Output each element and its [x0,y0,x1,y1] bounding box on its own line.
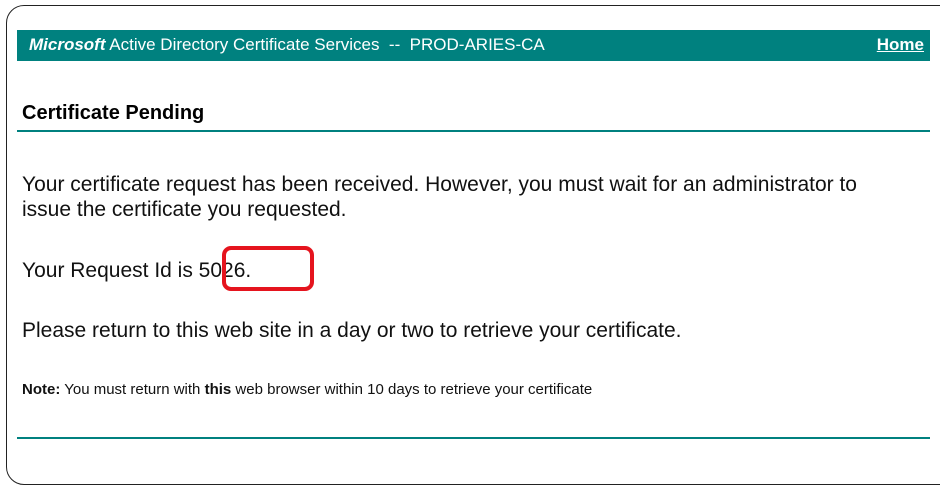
note-bold: this [204,381,232,398]
note-text-1: You must return with [60,381,205,398]
request-id-prefix: Your Request Id is [22,259,199,282]
note-text-2: web browser within 10 days to retrieve y… [231,381,593,398]
return-message: Please return to this web site in a day … [22,319,682,342]
header-bar: Microsoft Active Directory Certificate S… [17,30,930,61]
header-title: Microsoft Active Directory Certificate S… [29,35,545,55]
request-id-line: Your Request Id is 5026. [22,258,251,283]
note: Note: You must return with this web brow… [22,381,592,398]
request-id-highlight [222,246,314,291]
page-frame [6,5,940,485]
brand-name: Microsoft [29,35,106,54]
note-label: Note: [22,381,61,398]
home-link[interactable]: Home [877,35,924,55]
bottom-divider [17,437,930,439]
header-title-text: Active Directory Certificate Services --… [105,35,545,54]
title-divider [17,130,930,132]
page-title: Certificate Pending [22,102,205,124]
pending-message: Your certificate request has been receiv… [22,173,857,221]
